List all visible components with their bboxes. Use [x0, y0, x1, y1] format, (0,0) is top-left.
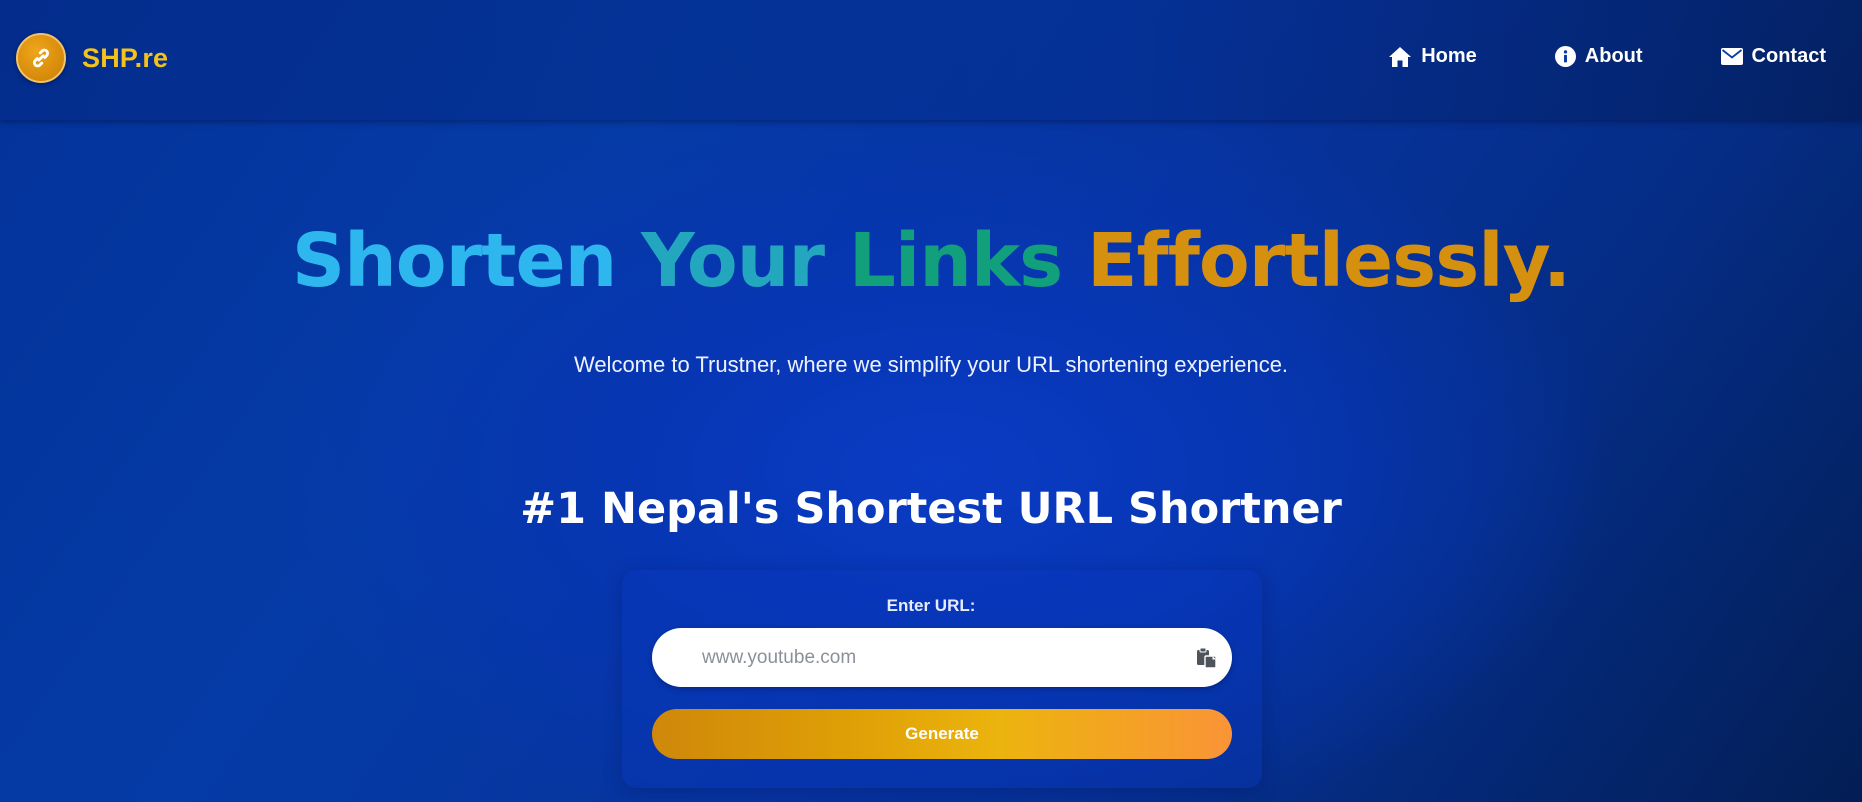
envelope-icon	[1720, 48, 1743, 65]
nav-contact-link[interactable]: Contact	[1720, 45, 1826, 68]
nav-menu: Home About Contact	[1310, 45, 1826, 68]
hero-subtitle: Welcome to Trustner, where we simplify y…	[573, 352, 1289, 377]
hero-title: Shorten Your Links Effortlessly.	[0, 218, 1862, 304]
hero-title-word: Shorten	[291, 218, 618, 304]
generate-button[interactable]: Generate	[652, 709, 1232, 759]
paste-button[interactable]	[1192, 643, 1222, 673]
brand[interactable]: SHP.re	[16, 33, 168, 83]
home-icon	[1389, 46, 1412, 67]
url-input-wrapper	[652, 628, 1232, 687]
url-label: Enter URL:	[886, 596, 976, 615]
tagline-heading: #1 Nepal's Shortest URL Shortner	[520, 484, 1342, 534]
info-icon	[1554, 46, 1576, 67]
hero-title-word: Your	[641, 218, 825, 304]
navbar: SHP.re Home About Contact	[0, 0, 1862, 120]
nav-contact-label: Contact	[1751, 45, 1826, 67]
link-icon	[16, 33, 66, 83]
hero-title-word: Effortlessly.	[1086, 218, 1571, 304]
hero-title-word: Links	[848, 218, 1063, 304]
nav-home-label: Home	[1421, 45, 1477, 67]
nav-home-link[interactable]: Home	[1388, 45, 1477, 68]
nav-about-link[interactable]: About	[1554, 45, 1643, 68]
brand-name: SHP.re	[82, 42, 169, 73]
clipboard-paste-icon	[1197, 647, 1217, 669]
nav-about-label: About	[1584, 45, 1643, 67]
url-input[interactable]	[702, 628, 1162, 687]
